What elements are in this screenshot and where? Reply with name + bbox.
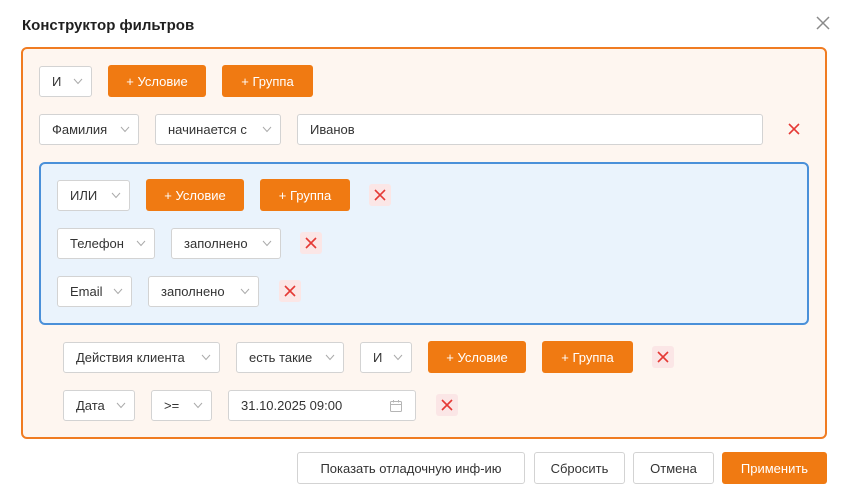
close-icon xyxy=(305,237,317,249)
remove-actions-condition-button[interactable] xyxy=(652,346,674,368)
close-icon xyxy=(441,399,453,411)
date-operator-value: >= xyxy=(164,398,180,413)
chevron-down-icon xyxy=(120,126,130,133)
chevron-down-icon xyxy=(113,288,123,295)
chevron-down-icon xyxy=(393,354,403,361)
actions-quantifier-select[interactable]: есть такие xyxy=(236,342,344,373)
or-operator-value: ИЛИ xyxy=(70,188,98,203)
email-operator-value: заполнено xyxy=(161,284,225,299)
cancel-button[interactable]: Отмена xyxy=(633,452,714,484)
condition-field-value: Фамилия xyxy=(52,122,108,137)
email-field-value: Email xyxy=(70,284,103,299)
dialog-title: Конструктор фильтров xyxy=(22,17,195,34)
root-add-group-button[interactable]: + Группа xyxy=(222,65,313,97)
date-operator-select[interactable]: >= xyxy=(151,390,212,421)
chevron-down-icon xyxy=(111,192,121,199)
condition-field-select[interactable]: Фамилия xyxy=(39,114,139,145)
chevron-down-icon xyxy=(193,402,203,409)
phone-operator-select[interactable]: заполнено xyxy=(171,228,281,259)
remove-condition-button[interactable] xyxy=(783,118,805,140)
chevron-down-icon xyxy=(240,288,250,295)
date-field-select[interactable]: Дата xyxy=(63,390,135,421)
condition-operator-select[interactable]: начинается с xyxy=(155,114,281,145)
close-icon xyxy=(284,285,296,297)
actions-operator-value: И xyxy=(373,350,383,365)
root-operator-select[interactable]: И xyxy=(39,66,92,97)
apply-button[interactable]: Применить xyxy=(722,452,827,484)
email-field-select[interactable]: Email xyxy=(57,276,132,307)
or-add-condition-button[interactable]: + Условие xyxy=(146,179,244,211)
close-icon[interactable] xyxy=(813,13,833,33)
email-operator-select[interactable]: заполнено xyxy=(148,276,259,307)
close-icon xyxy=(657,351,669,363)
actions-operator-select[interactable]: И xyxy=(360,342,412,373)
root-add-condition-button[interactable]: + Условие xyxy=(108,65,206,97)
condition-value-input[interactable]: Иванов xyxy=(297,114,763,145)
reset-button[interactable]: Сбросить xyxy=(534,452,625,484)
chevron-down-icon xyxy=(262,126,272,133)
chevron-down-icon xyxy=(262,240,272,247)
phone-operator-value: заполнено xyxy=(184,236,248,251)
date-field-value: Дата xyxy=(76,398,105,413)
chevron-down-icon xyxy=(201,354,211,361)
actions-add-condition-button[interactable]: + Условие xyxy=(428,341,526,373)
close-icon xyxy=(788,123,800,135)
actions-field-select[interactable]: Действия клиента xyxy=(63,342,220,373)
root-operator-value: И xyxy=(52,74,62,89)
actions-add-group-button[interactable]: + Группа xyxy=(542,341,633,373)
actions-field-value: Действия клиента xyxy=(76,350,185,365)
phone-field-value: Телефон xyxy=(70,236,124,251)
phone-field-select[interactable]: Телефон xyxy=(57,228,155,259)
chevron-down-icon xyxy=(73,78,83,85)
actions-quantifier-value: есть такие xyxy=(249,350,313,365)
filter-builder-dialog: Конструктор фильтров И + Условие + Групп… xyxy=(0,0,849,500)
chevron-down-icon xyxy=(325,354,335,361)
condition-operator-value: начинается с xyxy=(168,122,247,137)
calendar-icon[interactable] xyxy=(389,399,403,413)
chevron-down-icon xyxy=(136,240,146,247)
remove-phone-condition-button[interactable] xyxy=(300,232,322,254)
remove-group-button[interactable] xyxy=(369,184,391,206)
close-icon xyxy=(374,189,386,201)
or-operator-select[interactable]: ИЛИ xyxy=(57,180,130,211)
remove-date-condition-button[interactable] xyxy=(436,394,458,416)
show-debug-button[interactable]: Показать отладочную инф-ию xyxy=(297,452,525,484)
chevron-down-icon xyxy=(116,402,126,409)
date-value-input[interactable]: 31.10.2025 09:00 xyxy=(228,390,416,421)
remove-email-condition-button[interactable] xyxy=(279,280,301,302)
date-value-text: 31.10.2025 09:00 xyxy=(241,398,343,413)
or-add-group-button[interactable]: + Группа xyxy=(260,179,350,211)
condition-value-text: Иванов xyxy=(310,122,355,137)
